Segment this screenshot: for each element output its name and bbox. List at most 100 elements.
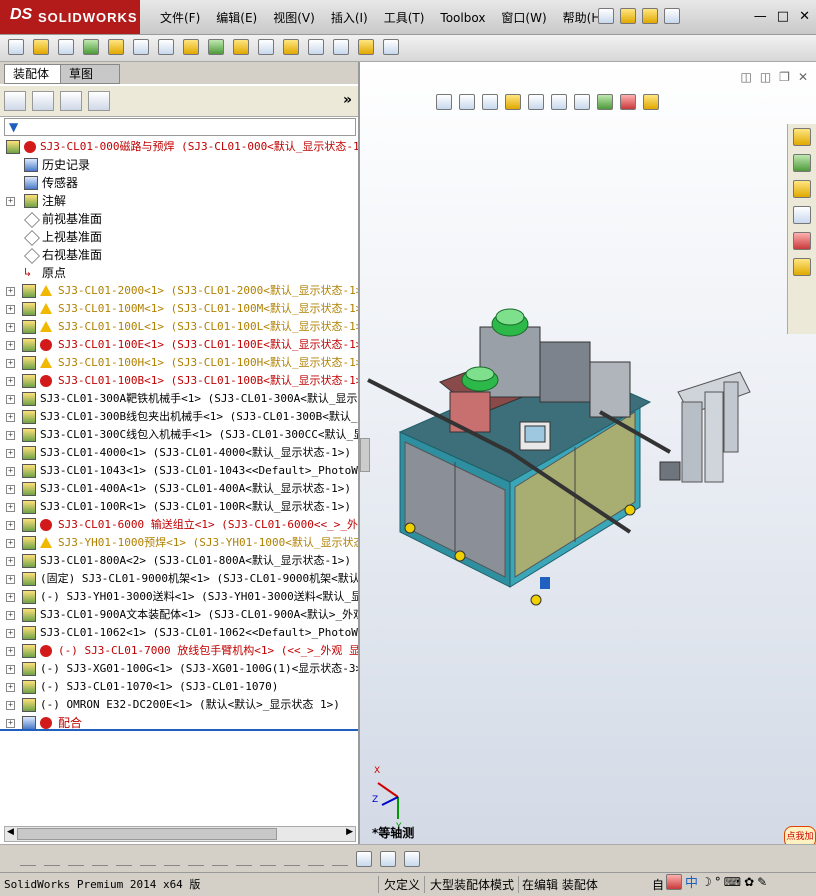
instant3d-icon[interactable] [358,39,374,55]
menu-insert[interactable]: 插入(I) [323,9,376,27]
tree-item-component[interactable]: + SJ3-YH01-1000预焊<1> (SJ3-YH01-1000<默认_显示… [0,534,358,552]
tree-item-component[interactable]: + SJ3-CL01-300A靶铁机械手<1> (SJ3-CL01-300A<默认… [0,390,358,408]
help-icon[interactable] [664,8,680,24]
expand-toggle[interactable]: + [6,485,15,494]
window-layout-icon[interactable] [380,851,396,867]
open-folder-icon[interactable] [620,8,636,24]
expand-toggle[interactable]: + [6,341,15,350]
tree-item-right-plane[interactable]: 右视基准面 [0,246,358,264]
exploded-view-icon[interactable] [283,39,299,55]
expand-toggle[interactable]: + [6,287,15,296]
assembly-features-icon[interactable] [183,39,199,55]
expand-toggle[interactable]: + [6,629,15,638]
tree-item-origin[interactable]: ↳ 原点 [0,264,358,282]
tree-item-component[interactable]: + SJ3-CL01-6000 输送组立<1> (SJ3-CL01-6000<<_… [0,516,358,534]
tree-item-component[interactable]: + SJ3-CL01-1043<1> (SJ3-CL01-1043<<Defaul… [0,462,358,480]
tab-sketch[interactable]: 草图 [60,64,120,84]
property-manager-icon[interactable] [32,91,54,111]
assembly-model[interactable] [360,62,816,844]
tree-item-sensors[interactable]: 传感器 [0,174,358,192]
show-hidden-icon[interactable] [158,39,174,55]
speedpak-icon[interactable] [383,39,399,55]
tree-item-component[interactable]: + SJ3-CL01-1062<1> (SJ3-CL01-1062<<Defaul… [0,624,358,642]
offset-icon[interactable] [212,851,228,866]
feature-manager-icon[interactable] [4,91,26,111]
graphics-area[interactable]: ◫ ◫ ❐ ✕ X Y Z *等轴测 点我加 [360,62,816,844]
expand-toggle[interactable]: + [6,683,15,692]
chamfer-icon[interactable] [188,851,204,866]
bill-of-materials-icon[interactable] [258,39,274,55]
scroll-right-icon[interactable]: ▶ [346,827,353,837]
move-component-icon[interactable] [133,39,149,55]
menu-view[interactable]: 视图(V) [265,9,323,27]
keyboard-icon[interactable]: ⌨ [724,875,741,889]
tree-item-component[interactable]: + SJ3-CL01-800A<2> (SJ3-CL01-800A<默认_显示状态… [0,552,358,570]
tree-item-component[interactable]: + (-) SJ3-YH01-3000送料<1> (SJ3-YH01-3000送料… [0,588,358,606]
tree-filter-input[interactable]: ▼ [4,118,356,136]
corner-rectangle-icon[interactable] [236,851,252,866]
tree-item-component[interactable]: + SJ3-CL01-400A<1> (SJ3-CL01-400A<默认_显示状态… [0,480,358,498]
chinese-mode-toggle[interactable]: 中 [685,872,698,891]
horizontal-scrollbar[interactable]: ◀ ▶ [4,826,356,842]
point-icon[interactable] [20,851,36,866]
tree-item-component[interactable]: + SJ3-CL01-100H<1> (SJ3-CL01-100H<默认_显示状态… [0,354,358,372]
expand-toggle[interactable]: + [6,449,15,458]
expand-toggle[interactable]: + [6,359,15,368]
tree-item-component[interactable]: + (固定) SJ3-CL01-9000机架<1> (SJ3-CL01-9000机… [0,570,358,588]
more-tabs-icon[interactable]: » [343,92,352,108]
table-icon[interactable] [404,851,420,867]
tree-item-component[interactable]: + SJ3-CL01-100E<1> (SJ3-CL01-100E<默认_显示状态… [0,336,358,354]
skin-icon[interactable]: ✿ [744,875,754,889]
scroll-thumb[interactable] [17,828,277,840]
tree-item-component[interactable]: + (-) SJ3-CL01-7000 放线包手臂机构<1> (<<_>_外观 显 [0,642,358,660]
menu-tools[interactable]: 工具(T) [376,9,433,27]
display-manager-icon[interactable] [88,91,110,111]
expand-toggle[interactable]: + [6,431,15,440]
dimension-icon[interactable] [284,851,300,866]
expand-toggle[interactable]: + [6,665,15,674]
maximize-button[interactable]: □ [777,9,789,24]
filter-icon[interactable]: ▼ [9,120,18,134]
circle-icon[interactable] [44,851,60,866]
expand-toggle[interactable]: + [6,557,15,566]
menu-edit[interactable]: 编辑(E) [208,9,265,27]
tree-item-component[interactable]: + SJ3-CL01-100L<1> (SJ3-CL01-100L<默认_显示状态… [0,318,358,336]
tree-item-component[interactable]: + SJ3-CL01-300C线包入机械手<1> (SJ3-CL01-300CC<… [0,426,358,444]
expand-toggle[interactable]: + [6,503,15,512]
expand-toggle[interactable]: + [6,521,15,530]
tree-item-component[interactable]: + (-) SJ3-XG01-100G<1> (SJ3-XG01-100G(1)<… [0,660,358,678]
tree-item-annotations[interactable]: + 注解 [0,192,358,210]
centerline-icon[interactable] [260,851,276,866]
tree-item-component[interactable]: + SJ3-CL01-300B线包夹出机械手<1> (SJ3-CL01-300B<… [0,408,358,426]
expand-toggle[interactable]: + [6,539,15,548]
interference-icon[interactable] [333,39,349,55]
menu-window[interactable]: 窗口(W) [493,9,554,27]
tree-item-component[interactable]: + SJ3-CL01-100R<1> (SJ3-CL01-100R<默认_显示状态… [0,498,358,516]
expand-toggle[interactable]: + [6,413,15,422]
sogou-logo-icon[interactable] [666,873,682,890]
punctuation-icon[interactable]: ° [715,875,721,889]
trim-icon[interactable] [116,851,132,866]
tree-item-front-plane[interactable]: 前视基准面 [0,210,358,228]
reference-geometry-icon[interactable] [208,39,224,55]
menu-toolbox[interactable]: Toolbox [432,9,493,27]
tree-item-top-plane[interactable]: 上视基准面 [0,228,358,246]
tree-item-component[interactable]: + (-) OMRON E32-DC200E<1> (默认<默认>_显示状态 1>… [0,696,358,714]
tree-root-assembly[interactable]: SJ3-CL01-000磁路与预焊 (SJ3-CL01-000<默认_显示状态-… [0,138,358,156]
sketch-fillet-icon[interactable] [164,851,180,866]
expand-toggle[interactable]: + [6,395,15,404]
expand-toggle[interactable]: + [6,575,15,584]
expand-toggle[interactable]: + [6,305,15,314]
settings-icon[interactable]: ✎ [757,875,767,889]
grid-icon[interactable] [308,851,324,866]
paperclip-icon[interactable] [58,39,74,55]
tab-assembly[interactable]: 装配体 [4,64,68,84]
tree-item-component[interactable]: + SJ3-CL01-900A文本装配体<1> (SJ3-CL01-900A<默认… [0,606,358,624]
polygon-icon[interactable] [92,851,108,866]
insert-component-icon[interactable] [8,39,24,55]
tree-item-component[interactable]: + SJ3-CL01-2000<1> (SJ3-CL01-2000<默认_显示状态… [0,282,358,300]
expand-toggle[interactable]: + [6,647,15,656]
expand-toggle[interactable]: + [6,323,15,332]
minimize-button[interactable]: — [754,9,767,24]
expand-toggle[interactable]: + [6,701,15,710]
